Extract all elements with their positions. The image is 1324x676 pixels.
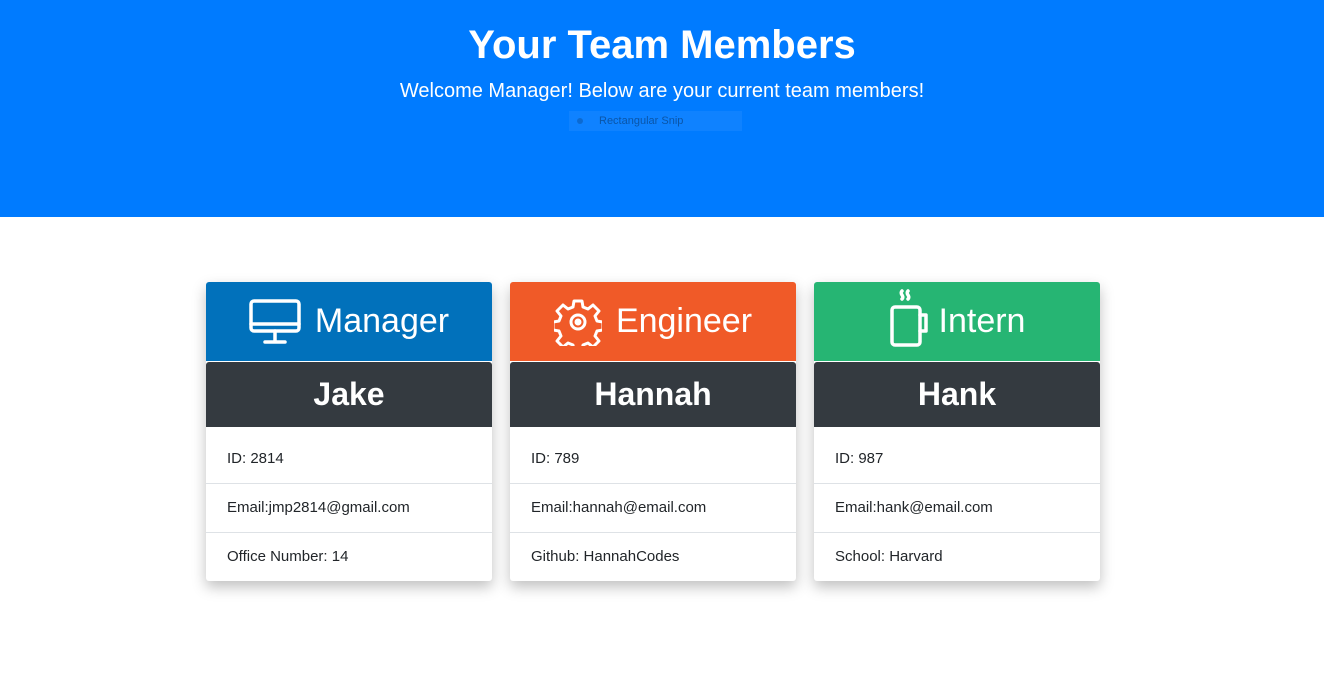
monitor-icon xyxy=(249,298,301,344)
snip-icon xyxy=(577,118,583,124)
coffee-mug-icon xyxy=(889,288,928,347)
card-email[interactable]: Email:jmp2814@gmail.com xyxy=(206,484,492,533)
card-details-list: ID: 2814 Email:jmp2814@gmail.com Office … xyxy=(206,435,492,581)
card-role-header: Engineer xyxy=(510,282,796,361)
card-id: ID: 2814 xyxy=(206,435,492,484)
team-card-manager: Manager Jake ID: 2814 Email:jmp2814@gmai… xyxy=(206,282,492,581)
gear-icon xyxy=(553,299,602,346)
card-id: ID: 789 xyxy=(510,435,796,484)
card-role-label: Intern xyxy=(938,302,1026,340)
card-office-number: Office Number: 14 xyxy=(227,548,349,565)
card-github[interactable]: Github: HannahCodes xyxy=(510,533,796,581)
card-id: ID: 987 xyxy=(814,435,1100,484)
card-role-label: Engineer xyxy=(615,302,753,340)
card-role-header: Manager xyxy=(206,282,492,361)
card-email[interactable]: Email:hank@email.com xyxy=(814,484,1100,533)
card-member-name: Hannah xyxy=(510,362,796,427)
card-email[interactable]: Email:hannah@email.com xyxy=(510,484,796,533)
snip-tool-overlay: Rectangular Snip xyxy=(569,111,742,131)
card-role-header: Intern xyxy=(814,282,1100,361)
card-role-label: Manager xyxy=(314,302,450,340)
card-details-list: ID: 987 Email:hank@email.com School: Har… xyxy=(814,435,1100,581)
card-school: School: Harvard xyxy=(835,548,943,565)
page-title: Your Team Members xyxy=(468,23,856,67)
header-jumbotron: Your Team Members Welcome Manager! Below… xyxy=(0,0,1324,217)
card-member-name: Hank xyxy=(814,362,1100,427)
card-member-name: Jake xyxy=(206,362,492,427)
snip-label: Rectangular Snip xyxy=(599,115,684,127)
team-card-intern: Intern Hank ID: 987 Email:hank@email.com… xyxy=(814,282,1100,581)
team-card-engineer: Engineer Hannah ID: 789 Email:hannah@ema… xyxy=(510,282,796,581)
card-details-list: ID: 789 Email:hannah@email.com Github: H… xyxy=(510,435,796,581)
page-subtitle: Welcome Manager! Below are your current … xyxy=(399,80,925,102)
